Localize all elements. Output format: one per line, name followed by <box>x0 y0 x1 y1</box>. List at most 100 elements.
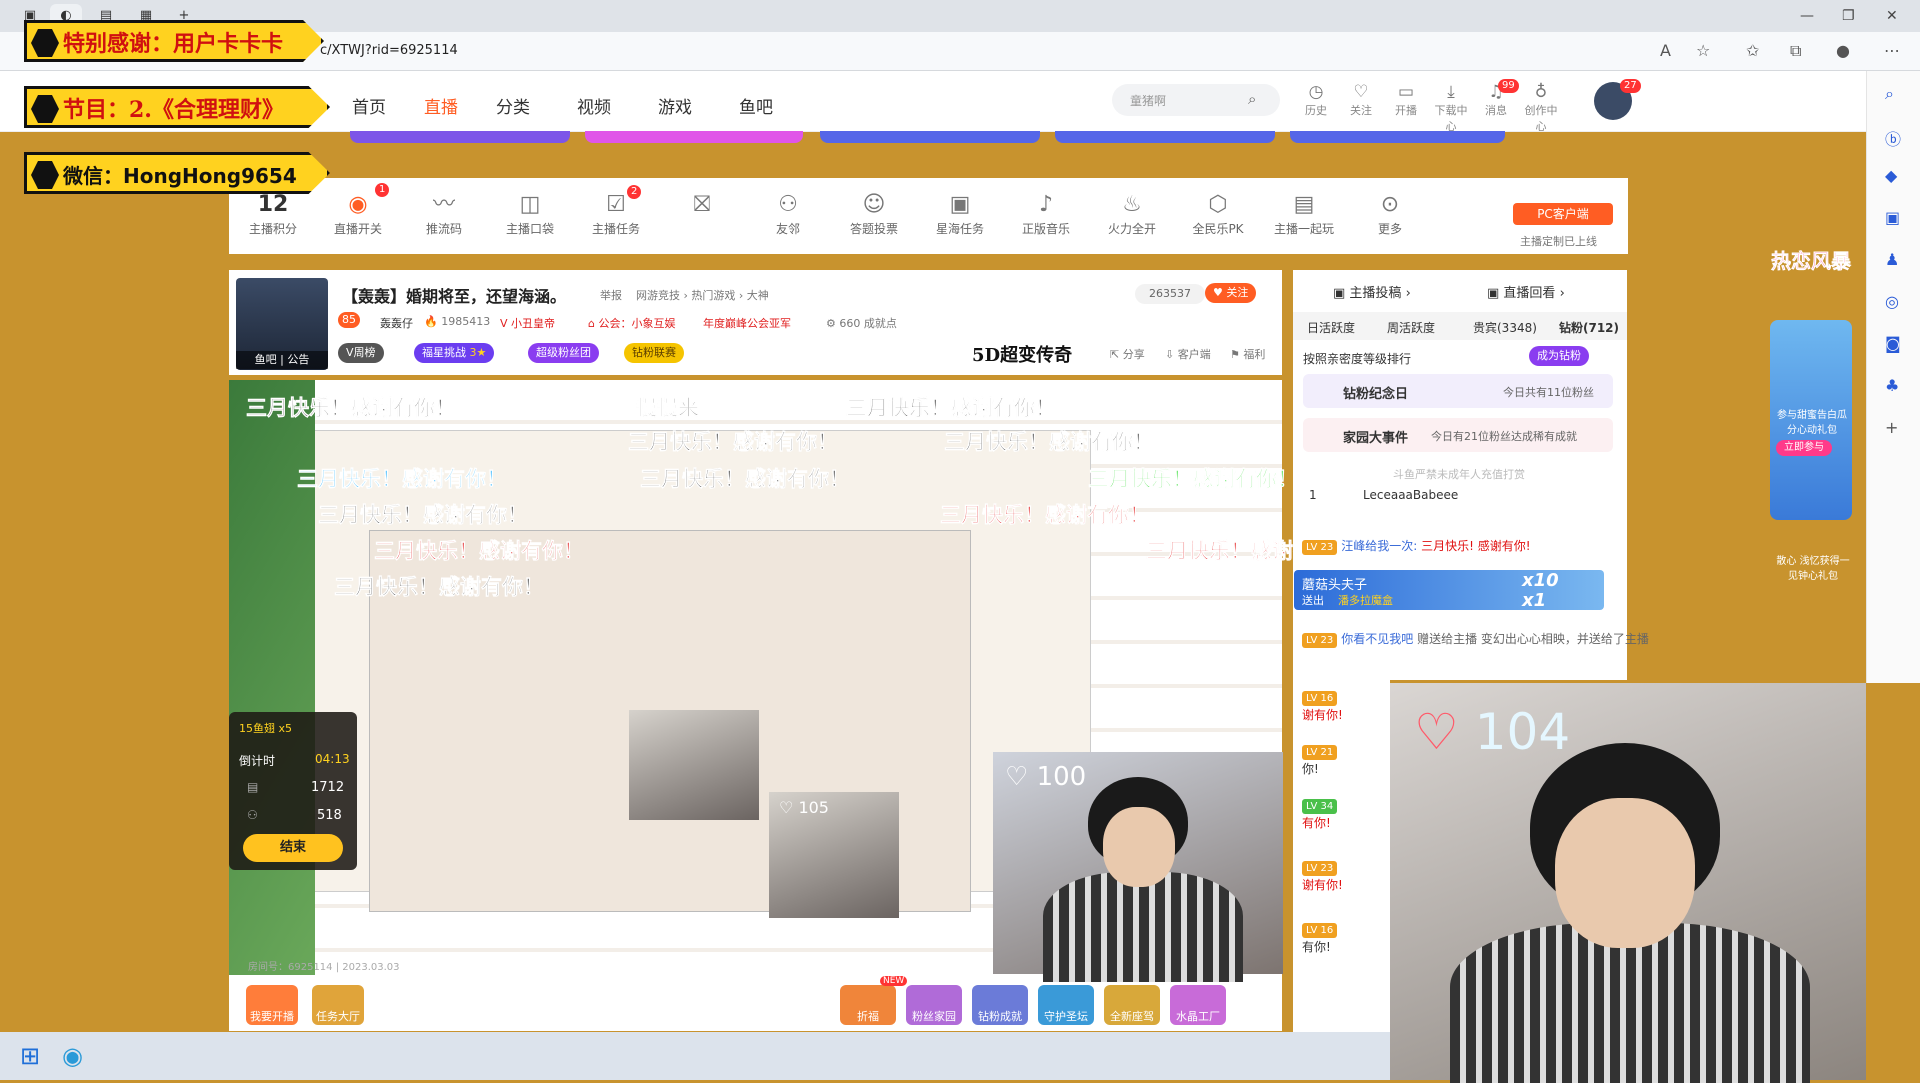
guard-tag[interactable]: V 小丑皇帝 <box>500 315 555 331</box>
nav-home[interactable]: 首页 <box>352 93 386 118</box>
broadcast-button[interactable]: ▭ 开播 <box>1388 82 1424 118</box>
creator-center-button[interactable]: ♁ 创作中心 <box>1523 82 1559 134</box>
tool-star-task[interactable]: ▣ 星海任务 <box>925 190 995 237</box>
tool-tasks[interactable]: ☑ 主播任务 <box>581 190 651 237</box>
read-aloud-icon[interactable]: A <box>1660 41 1671 60</box>
event-text: 今日有21位粉丝达成稀有成就 <box>1431 430 1577 443</box>
tool-stream-key[interactable]: 〰推流码 <box>409 190 479 237</box>
collections-icon[interactable]: ⧉ <box>1790 41 1801 61</box>
guild[interactable]: ⌂ 公会：小象互娱 <box>588 315 675 331</box>
tag-icon[interactable]: ◆ <box>1885 166 1897 185</box>
minimize-button[interactable]: — <box>1800 8 1814 24</box>
edge-browser-icon[interactable]: ◉ <box>62 1042 83 1070</box>
banner-text: 特别感谢：用户卡卡卡 <box>63 31 284 57</box>
nav-video[interactable]: 视频 <box>577 93 611 118</box>
history-button[interactable]: ◷ 历史 <box>1298 82 1334 118</box>
tab-vip[interactable]: 贵宾(3348) <box>1473 319 1537 336</box>
super-fans-pill[interactable]: 超级粉丝团 <box>528 343 599 363</box>
client-button[interactable]: ⇩ 客户端 <box>1165 346 1211 362</box>
toolbox-icon[interactable]: ▣ <box>1885 208 1900 227</box>
lucky-challenge-pill[interactable]: 福星挑战 3★ <box>414 343 495 363</box>
tool-play-together[interactable]: ▤ 主播一起玩 <box>1269 190 1339 237</box>
chat-user[interactable]: 汪峰给我一次: <box>1341 539 1417 553</box>
new-mount-button[interactable]: 全新座驾 <box>1104 985 1160 1025</box>
fan-name[interactable]: LeceaaaBabeee <box>1363 488 1458 502</box>
tool-vote[interactable]: ☺ 答题投票 <box>839 190 909 237</box>
share-button[interactable]: ⇱ 分享 <box>1110 346 1145 362</box>
tool-more[interactable]: ⊙ 更多 <box>1355 190 1425 237</box>
search-icon[interactable]: ⌕ <box>1885 84 1894 104</box>
message-badge: 99 <box>1498 79 1519 93</box>
guard-altar-button[interactable]: 守护圣坛 <box>1038 985 1094 1025</box>
chat-user[interactable]: 你看不见我吧 <box>1341 632 1413 646</box>
nested-heart-value: 105 <box>798 798 829 817</box>
tool-music[interactable]: ♪ 正版音乐 <box>1011 190 1081 237</box>
become-diamond-button[interactable]: 成为钻粉 <box>1529 346 1589 366</box>
5d-logo[interactable]: 5D超变传奇 <box>972 341 1072 367</box>
user-icon[interactable]: ♟ <box>1885 250 1899 269</box>
level-badge: LV 23 <box>1302 540 1338 555</box>
tool-pocket[interactable]: ◫ 主播口袋 <box>495 190 565 237</box>
bing-icon[interactable]: ⓑ <box>1885 126 1901 150</box>
add-icon[interactable]: + <box>1885 418 1898 437</box>
gift-icon: ⛝ <box>693 192 711 217</box>
download-button[interactable]: ⤓ 下载中心 <box>1433 82 1469 134</box>
nav-game[interactable]: 游戏 <box>658 93 692 118</box>
tab-replay[interactable]: ▣ 直播回看 › <box>1487 282 1565 301</box>
follow-button[interactable]: ♡ 关注 <box>1343 82 1379 118</box>
welfare-button[interactable]: ⚑ 福利 <box>1230 346 1265 362</box>
follow-button[interactable]: ♥ 关注 <box>1205 283 1257 303</box>
report-link[interactable]: 举报 <box>600 287 622 303</box>
windows-start-icon[interactable]: ⊞ <box>20 1042 40 1070</box>
crystal-factory-button[interactable]: 水晶工厂 <box>1170 985 1226 1025</box>
zhefu-button[interactable]: 折福 <box>840 985 896 1025</box>
start-broadcast-button[interactable]: 我要开播 <box>246 985 298 1025</box>
tab-daily[interactable]: 日活跃度 <box>1307 319 1355 336</box>
streamer-name[interactable]: 轰轰仔 <box>380 315 413 331</box>
event-card[interactable]: 家园大事件 今日有21位粉丝达成稀有成就 <box>1303 418 1613 452</box>
avatar-label[interactable]: 鱼吧 | 公告 <box>236 351 328 369</box>
nav-yuba[interactable]: 鱼吧 <box>739 93 773 118</box>
achievement[interactable]: ⚙ 660 成就点 <box>826 315 897 331</box>
category-breadcrumb[interactable]: 网游竞技 › 热门游戏 › 大神 <box>636 287 769 303</box>
vote-icon: ☺ <box>862 192 886 217</box>
tree-icon[interactable]: ♣ <box>1885 376 1899 395</box>
nav-live[interactable]: 直播 <box>424 93 458 118</box>
outlook-icon[interactable]: ◙ <box>1885 334 1901 353</box>
profile-icon[interactable]: ● <box>1836 41 1850 60</box>
favorites-icon[interactable]: ✩ <box>1746 41 1759 60</box>
diamond-achievement-button[interactable]: 钻粉成就 <box>972 985 1028 1025</box>
url-field[interactable]: c/XTWJ?rid=6925114 <box>320 43 458 58</box>
office-icon[interactable]: ◎ <box>1885 292 1899 311</box>
tab-submissions[interactable]: ▣ 主播投稿 › <box>1333 282 1411 301</box>
pc-client-button[interactable]: PC客户端 <box>1513 203 1613 225</box>
tool-friends[interactable]: ⚇ 友邻 <box>753 190 823 237</box>
maximize-button[interactable]: ❐ <box>1842 8 1855 24</box>
close-button[interactable]: ✕ <box>1886 8 1898 24</box>
tool-fire[interactable]: ♨ 火力全开 <box>1097 190 1167 237</box>
chat-text: 谢有你! <box>1302 878 1343 892</box>
promo-cta[interactable]: 立即参与 <box>1776 440 1832 456</box>
tool-gift[interactable]: ⛝ <box>667 190 737 220</box>
favorite-add-icon[interactable]: ☆ <box>1696 41 1710 60</box>
tool-live-switch[interactable]: ◉ 直播开关 <box>323 190 393 237</box>
broadcast-icon: ▭ <box>1397 82 1415 102</box>
tool-score[interactable]: 12 主播积分 <box>238 190 308 237</box>
fan-home-button[interactable]: 粉丝家园 <box>906 985 962 1025</box>
rank-pill[interactable]: V周榜 <box>338 343 384 363</box>
nav-category[interactable]: 分类 <box>496 93 530 118</box>
creator-label: 创作中心 <box>1524 104 1558 133</box>
music-icon: ♪ <box>1038 192 1054 217</box>
anniversary-card[interactable]: 钻粉纪念日 今日共有11位粉丝 <box>1303 374 1613 408</box>
chat-text: 你! <box>1302 762 1319 776</box>
task-hall-button[interactable]: 任务大厅 <box>312 985 364 1025</box>
more-menu-icon[interactable]: ⋯ <box>1884 41 1900 60</box>
tool-pk[interactable]: ⬡ 全民乐PK <box>1183 190 1253 237</box>
diamond-league-pill[interactable]: 钻粉联赛 <box>624 343 684 363</box>
search-icon[interactable]: ⌕ <box>1248 90 1256 108</box>
webcam-large: ♡ 104 <box>1390 683 1866 1083</box>
promo-banner[interactable]: 热恋风暴 参与甜蜜告白瓜分心动礼包 立即参与 散心 浅忆获得一见钟心礼包 <box>1766 246 1856 596</box>
tab-weekly[interactable]: 周活跃度 <box>1387 319 1435 336</box>
tab-diamond[interactable]: 钻粉(712) <box>1559 319 1619 336</box>
end-button[interactable]: 结束 <box>243 834 343 862</box>
